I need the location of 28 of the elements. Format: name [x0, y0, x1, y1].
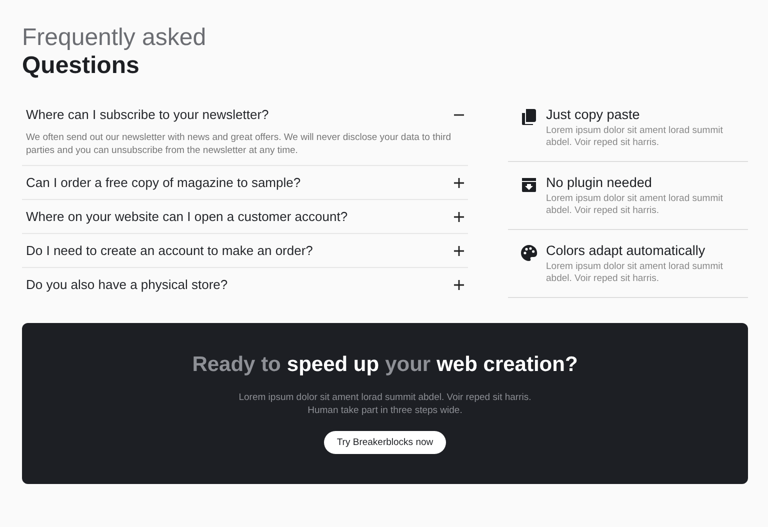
faq-question[interactable]: Do you also have a physical store? [26, 277, 228, 292]
try-now-button[interactable]: Try Breakerblocks now [324, 431, 446, 454]
heading-light: Frequently asked [22, 24, 208, 52]
feature-description: Lorem ipsum dolor sit ament lorad summit abdel. Voir reped sit harris. [546, 261, 724, 285]
faq-question[interactable]: Where on your website can I open a customer account? [26, 209, 348, 224]
palette-icon [520, 244, 538, 262]
plus-icon[interactable] [454, 178, 464, 188]
banner-heading-part: your [385, 353, 431, 377]
plus-icon[interactable] [454, 246, 464, 256]
feature-title: No plugin needed [546, 175, 653, 190]
feature-title: Just copy paste [546, 107, 641, 122]
faq-question[interactable]: Do I need to create an account to make an order? [26, 243, 313, 258]
plus-icon[interactable] [454, 212, 464, 222]
heading-bold: Questions [22, 52, 140, 80]
faq-answer: We often send out our newsletter with news and great offers. We will never disclose your data to third parties and you can unsubscribe from the newsletter at any time. [25, 131, 452, 158]
feature-description: Lorem ipsum dolor sit ament lorad summit abdel. Voir reped sit harris. [546, 125, 724, 149]
banner-heading-part: Ready to [192, 353, 281, 377]
feature-title: Colors adapt automatically [546, 243, 706, 258]
banner-heading-part: web creation? [436, 353, 578, 377]
banner-text: Lorem ipsum dolor sit ament lorad summit abdel. Voir reped sit harris. [238, 391, 532, 404]
banner-text: Human take part in three steps wide. [306, 404, 464, 417]
plus-icon[interactable] [454, 280, 464, 290]
feature-description: Lorem ipsum dolor sit ament lorad summit abdel. Voir reped sit harris. [546, 193, 724, 217]
download-box-icon [520, 176, 538, 194]
banner-heading-part: speed up [286, 353, 380, 377]
faq-question[interactable]: Where can I subscribe to your newsletter? [26, 107, 269, 122]
copy-icon [520, 108, 538, 126]
faq-question[interactable]: Can I order a free copy of magazine to sample? [26, 175, 301, 190]
